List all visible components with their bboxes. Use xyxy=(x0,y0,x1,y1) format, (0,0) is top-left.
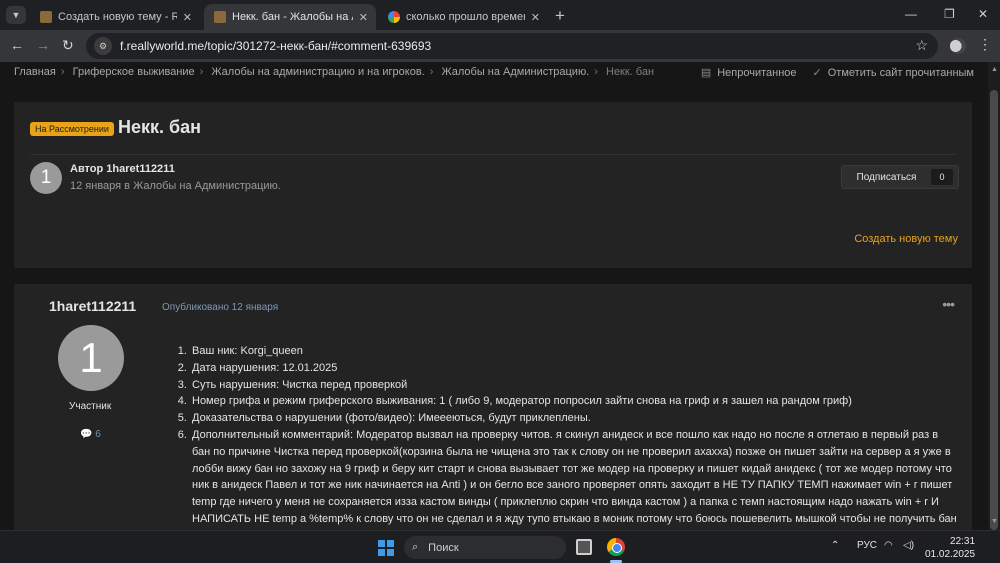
post-count: 💬 6 xyxy=(80,429,101,440)
tab-strip: ▼ Создать новую тему - ReallyWo ✕ Некк. … xyxy=(0,0,1000,30)
post-author[interactable]: 1haret112211 xyxy=(49,298,136,314)
comment-icon: 💬 xyxy=(80,429,93,440)
user-rank: Участник xyxy=(69,401,112,412)
breadcrumb-complaints[interactable]: Жалобы на администрацию и на игроков. xyxy=(211,66,424,78)
post-content: Ваш ник: Korgi_queen Дата нарушения: 12.… xyxy=(177,343,957,530)
back-arrow-icon[interactable]: ← xyxy=(10,37,24,53)
windows-start-icon[interactable] xyxy=(378,540,394,556)
url-text: f.reallyworld.me/topic/301272-некк-бан/#… xyxy=(120,39,432,53)
browser-menu-icon[interactable]: ⋮ xyxy=(978,36,992,53)
post-date: Опубликовано 12 января xyxy=(162,302,279,313)
restore-icon[interactable]: ❐ xyxy=(944,7,955,21)
search-placeholder: Поиск xyxy=(428,541,459,554)
page-actions: ▤ Непрочитанное ✓ Отметить сайт прочитанны… xyxy=(701,66,974,79)
search-icon: ⌕ xyxy=(412,541,419,553)
breadcrumb-griefing[interactable]: Гриферское выживание xyxy=(73,66,195,78)
close-tab-icon[interactable]: ✕ xyxy=(359,11,368,24)
new-tab-button[interactable]: + xyxy=(555,6,565,26)
post: 1haret112211 1 Участник 💬 6 Опубликовано… xyxy=(14,284,972,530)
page-title: Некк. бан xyxy=(118,117,202,137)
tab-title: Создать новую тему - ReallyWo xyxy=(58,11,177,23)
create-topic-link[interactable]: Создать новую тему xyxy=(854,233,958,245)
status-badge: На Рассмотрении xyxy=(30,122,114,136)
tab-google-search[interactable]: сколько прошло времени с 12 ✕ xyxy=(378,4,548,30)
subscribe-label: Подписаться xyxy=(856,171,917,183)
unread-link[interactable]: ▤ Непрочитанное xyxy=(701,66,797,79)
post-count-value: 6 xyxy=(95,429,101,440)
topic-header: На Рассмотрении Некк. бан 1 Автор 1haret… xyxy=(14,102,972,268)
extension-icon[interactable] xyxy=(950,38,966,54)
forward-arrow-icon[interactable]: → xyxy=(36,37,50,53)
google-favicon-icon xyxy=(388,11,400,23)
close-tab-icon[interactable]: ✕ xyxy=(531,11,540,24)
subscribe-button[interactable]: Подписаться 0 xyxy=(841,165,959,189)
list-item: Номер грифа и режим гриферского выживани… xyxy=(190,393,957,410)
reload-icon[interactable]: ↻ xyxy=(62,37,74,54)
tab-title: Некк. бан - Жалобы на Админи xyxy=(232,11,353,23)
clock[interactable]: 22:31 01.02.2025 xyxy=(925,535,975,561)
bookmark-star-icon[interactable]: ☆ xyxy=(915,37,928,54)
scrollbar[interactable]: ▲ ▼ xyxy=(988,62,1000,530)
scrollbar-thumb[interactable] xyxy=(990,90,998,530)
topic-meta: 12 января в Жалобы на Администрацию. xyxy=(70,180,281,192)
list-item: Ваш ник: Korgi_queen xyxy=(190,343,957,360)
reallyworld-favicon-icon xyxy=(40,11,52,23)
breadcrumb: Главная › Гриферское выживание › Жалобы на… xyxy=(14,66,655,78)
breadcrumb-home[interactable]: Главная xyxy=(14,66,56,78)
avatar[interactable]: 1 xyxy=(30,162,62,194)
clock-date: 01.02.2025 xyxy=(925,549,976,560)
clock-time: 22:31 xyxy=(950,536,976,547)
mark-read-link[interactable]: ✓ Отметить сайт прочитанным xyxy=(813,66,974,79)
breadcrumb-admin-complaints[interactable]: Жалобы на Администрацию. xyxy=(441,66,589,78)
unread-icon: ▤ xyxy=(700,67,712,79)
close-tab-icon[interactable]: ✕ xyxy=(183,11,192,24)
tab-title: сколько прошло времени с 12 xyxy=(406,11,525,23)
reallyworld-favicon-icon xyxy=(214,11,226,23)
minimize-icon[interactable]: — xyxy=(905,7,917,21)
taskbar: ⌕ Поиск ⌃ РУС ◠ ◁) 22:31 01.02.2025 xyxy=(0,530,1000,563)
task-view-icon[interactable] xyxy=(576,539,592,555)
language-indicator[interactable]: РУС xyxy=(857,540,877,551)
scroll-up-icon[interactable]: ▲ xyxy=(991,66,998,73)
subscriber-count: 0 xyxy=(931,169,953,185)
volume-icon[interactable]: ◁) xyxy=(903,540,914,551)
mark-read-label: Отметить сайт прочитанным xyxy=(827,67,974,79)
address-bar[interactable]: ⚙ f.reallyworld.me/topic/301272-некк-бан… xyxy=(86,33,938,59)
list-item: Доказательства о нарушении (фото/видео):… xyxy=(190,410,957,427)
forum-page: Главная › Гриферское выживание › Жалобы на… xyxy=(0,62,988,530)
scroll-down-icon[interactable]: ▼ xyxy=(991,518,998,525)
tab-search-button[interactable]: ▼ xyxy=(6,6,26,24)
checkmark-icon: ✓ xyxy=(812,67,822,79)
tab-current-topic[interactable]: Некк. бан - Жалобы на Админи ✕ xyxy=(204,4,376,30)
list-item: Дополнительный комментарий: Модератор вы… xyxy=(190,427,957,530)
topic-author[interactable]: Автор 1haret112211 xyxy=(70,163,175,175)
divider xyxy=(30,154,956,155)
tab-create-topic[interactable]: Создать новую тему - ReallyWo ✕ xyxy=(30,4,200,30)
unread-label: Непрочитанное xyxy=(717,67,797,79)
post-menu-icon[interactable]: ••• xyxy=(942,296,955,312)
wifi-icon[interactable]: ◠ xyxy=(884,540,893,551)
list-item: Дата нарушения: 12.01.2025 xyxy=(190,360,957,377)
taskbar-search[interactable]: ⌕ Поиск xyxy=(404,536,566,559)
browser-toolbar: ← → ↻ ⚙ f.reallyworld.me/topic/301272-не… xyxy=(0,30,1000,62)
breadcrumb-current: Некк. бан xyxy=(606,66,655,78)
close-window-icon[interactable]: ✕ xyxy=(978,7,988,21)
chevron-up-icon[interactable]: ⌃ xyxy=(831,540,839,551)
chrome-icon[interactable] xyxy=(607,538,625,556)
list-item: Суть нарушения: Чистка перед проверкой xyxy=(190,377,957,394)
site-info-icon[interactable]: ⚙ xyxy=(94,37,112,55)
post-avatar[interactable]: 1 xyxy=(58,325,124,391)
